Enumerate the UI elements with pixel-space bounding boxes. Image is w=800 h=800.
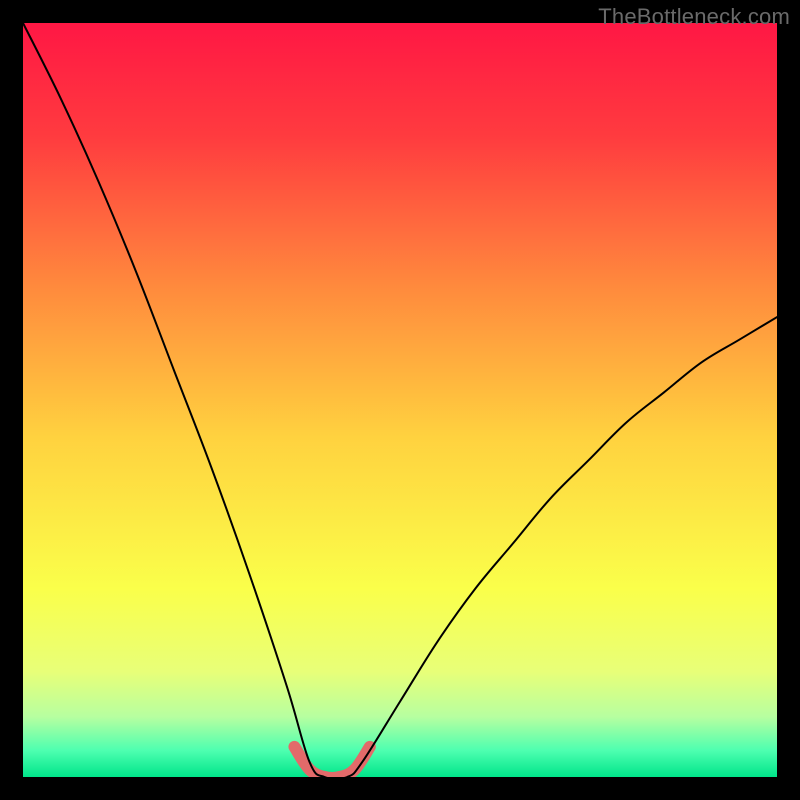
watermark: TheBottleneck.com [598,4,790,30]
chart-frame: TheBottleneck.com [0,0,800,800]
gradient-rect [23,23,777,777]
plot-area [23,23,777,777]
plot-svg [23,23,777,777]
